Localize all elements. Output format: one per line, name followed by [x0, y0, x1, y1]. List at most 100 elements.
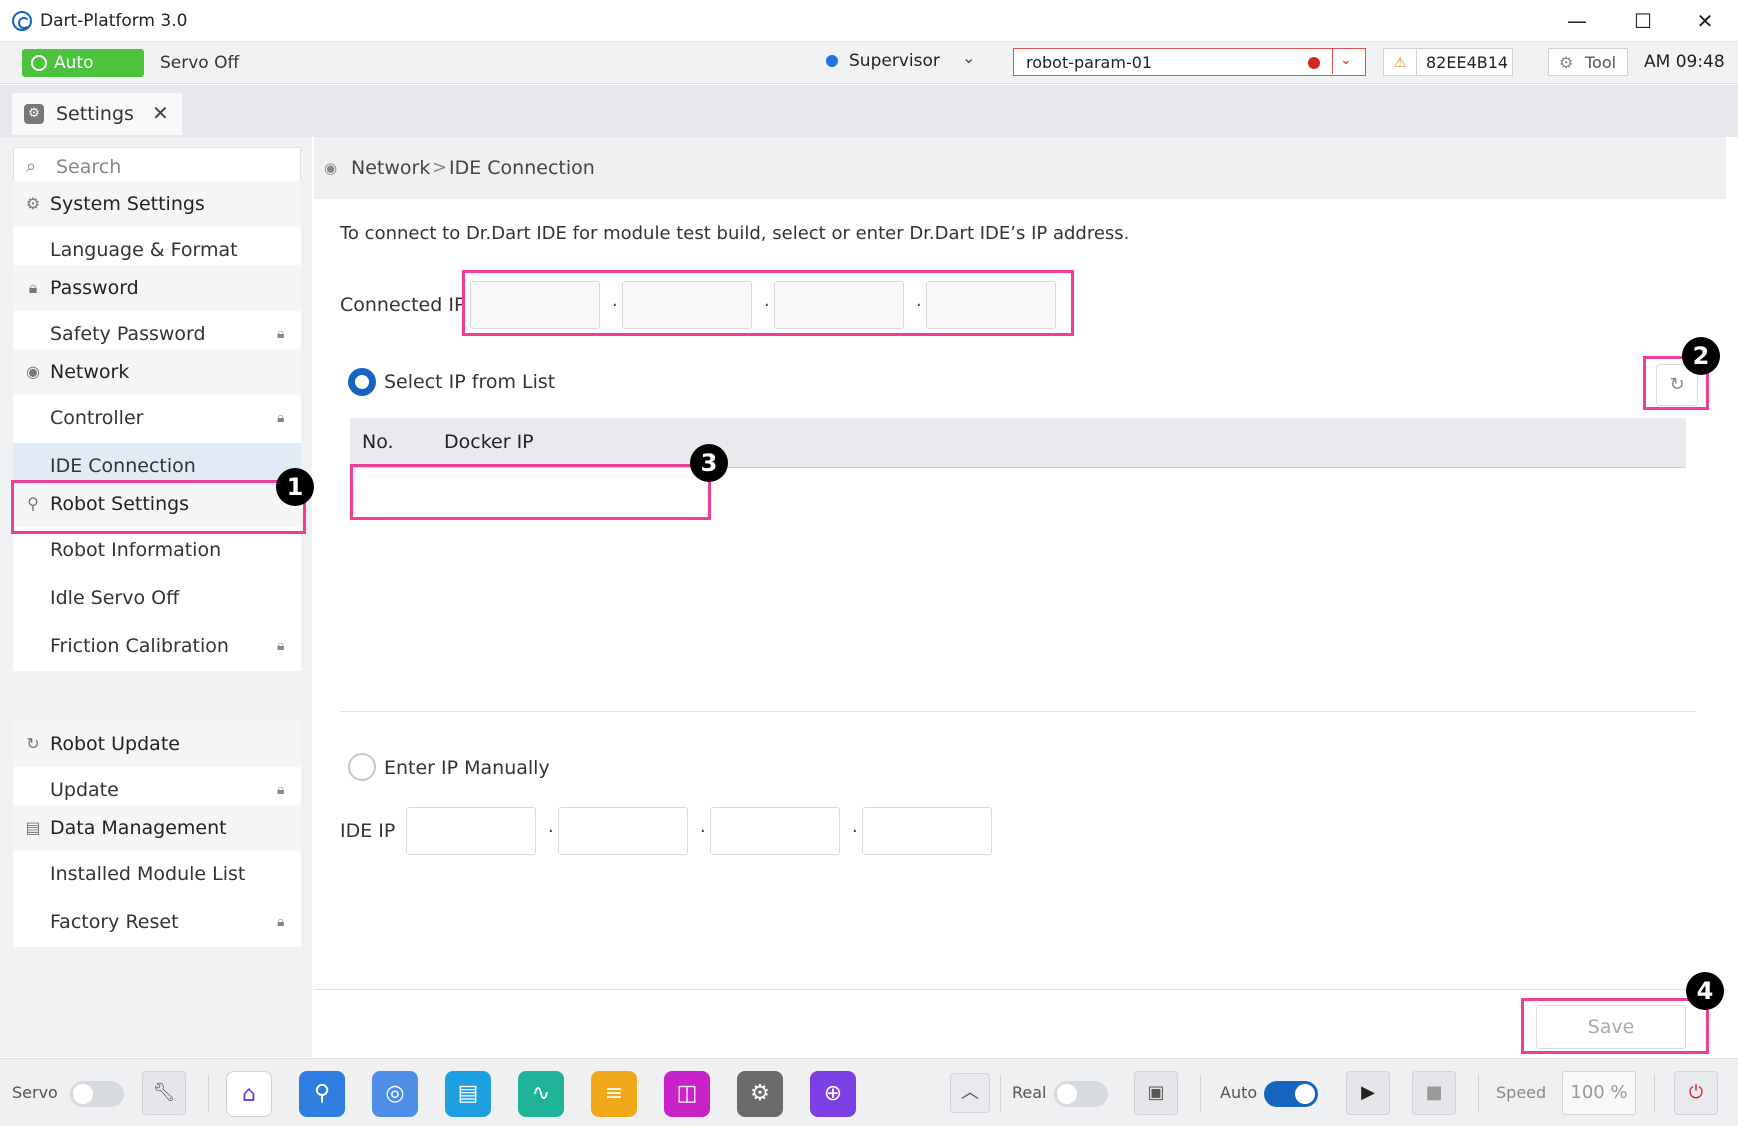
- power-icon[interactable]: ⏻: [1674, 1071, 1718, 1115]
- nav-head-robot-settings[interactable]: ⚲ Robot Settings: [13, 481, 301, 527]
- param-file-name: robot-param-01: [1026, 53, 1153, 72]
- document-icon: ▤: [25, 818, 41, 837]
- speed-label: Speed: [1496, 1083, 1547, 1102]
- manual-ip-radio[interactable]: [348, 753, 376, 781]
- tool-label: Tool: [1585, 53, 1617, 72]
- nav-head-system-settings[interactable]: ⚙ System Settings: [13, 181, 301, 227]
- clock: AM 09:48: [1644, 52, 1725, 72]
- remote-app-icon[interactable]: ◎: [372, 1071, 418, 1117]
- tab-strip: ⚙ Settings ✕: [0, 85, 1738, 137]
- tab-settings[interactable]: ⚙ Settings ✕: [12, 93, 182, 135]
- nav-head-robot-update[interactable]: ↻ Robot Update: [13, 721, 301, 767]
- nav-head-password[interactable]: 🔒︎ Password: [13, 265, 301, 311]
- 3d-view-icon[interactable]: ▣: [1134, 1071, 1178, 1115]
- connected-ip-octet-4[interactable]: [926, 281, 1056, 329]
- nav-head-label: System Settings: [50, 193, 205, 215]
- ide-ip-octet-1[interactable]: [406, 807, 536, 855]
- stop-icon[interactable]: ■: [1412, 1071, 1456, 1115]
- ip-table-header: No. Docker IP: [350, 418, 1686, 468]
- robot-id: 82EE4B14: [1426, 53, 1509, 72]
- bottom-divider: [1478, 1075, 1479, 1113]
- mode-badge: Auto: [22, 49, 144, 77]
- tab-label: Settings: [56, 103, 134, 125]
- nav-item-label: Language & Format: [50, 239, 238, 261]
- ide-ip-octet-4[interactable]: [862, 807, 992, 855]
- chevron-up-icon[interactable]: ︿: [950, 1073, 990, 1113]
- search-icon: ⌕: [26, 156, 37, 177]
- nav-item-label: Friction Calibration: [50, 635, 229, 657]
- ip-separator: ·: [764, 295, 770, 316]
- section-divider: [340, 711, 1696, 712]
- select-ip-label[interactable]: Select IP from List: [384, 371, 555, 393]
- robot-app-icon[interactable]: ⚲: [299, 1071, 345, 1117]
- select-ip-radio[interactable]: [348, 368, 376, 396]
- save-button[interactable]: Save: [1536, 1005, 1686, 1049]
- connected-ip-octet-1[interactable]: [470, 281, 600, 329]
- store-app-icon[interactable]: ◫: [664, 1071, 710, 1117]
- breadcrumb-current: IDE Connection: [449, 157, 595, 179]
- param-selector[interactable]: robot-param-01 ⌄: [1013, 48, 1366, 76]
- robot-id-box[interactable]: ⚠ 82EE4B14: [1383, 48, 1513, 76]
- jog-app-icon[interactable]: ⊕: [810, 1071, 856, 1117]
- home-app-icon[interactable]: ⌂: [226, 1071, 272, 1117]
- ip-separator: ·: [700, 821, 706, 842]
- settings-app-icon[interactable]: ⚙: [737, 1071, 783, 1117]
- servo-toggle[interactable]: [70, 1081, 124, 1107]
- sidebar-item-friction-calibration[interactable]: Friction Calibration 🔒︎: [13, 623, 301, 671]
- real-label: Real: [1012, 1083, 1047, 1102]
- ide-ip-octet-3[interactable]: [710, 807, 840, 855]
- manual-ip-label[interactable]: Enter IP Manually: [384, 757, 550, 779]
- marker-1: 1: [276, 468, 314, 506]
- ide-ip-octet-2[interactable]: [558, 807, 688, 855]
- connected-ip-octet-3[interactable]: [774, 281, 904, 329]
- close-tab-icon[interactable]: ✕: [152, 101, 169, 125]
- bottom-divider: [1000, 1075, 1001, 1113]
- nav-group-robot-settings: ⚲ Robot Settings Robot Information Idle …: [13, 481, 301, 671]
- task-app-icon[interactable]: ▤: [445, 1071, 491, 1117]
- real-toggle[interactable]: [1054, 1081, 1108, 1107]
- robot-id-divider: [1416, 49, 1417, 75]
- user-role[interactable]: Supervisor: [849, 51, 940, 71]
- lock-icon: 🔒︎: [277, 326, 285, 342]
- gear-icon: ⚙: [24, 104, 44, 124]
- nav-item-label: Robot Information: [50, 539, 222, 561]
- sidebar-item-robot-information[interactable]: Robot Information: [13, 527, 301, 575]
- minimize-button[interactable]: —: [1554, 8, 1600, 34]
- network-icon: ◉: [26, 362, 40, 381]
- ip-separator: ·: [852, 821, 858, 842]
- nav-item-label: Installed Module List: [50, 863, 246, 885]
- speed-value[interactable]: 100 %: [1562, 1071, 1636, 1115]
- connected-ip-label: Connected IP: [340, 294, 466, 316]
- close-window-button[interactable]: ✕: [1682, 8, 1728, 34]
- nav-head-data-management[interactable]: ▤ Data Management: [13, 805, 301, 851]
- gear-icon: ⚙: [1559, 53, 1574, 72]
- chevron-down-icon[interactable]: ⌄: [962, 48, 975, 67]
- nav-head-label: Network: [50, 361, 130, 383]
- breadcrumb-parent[interactable]: Network: [351, 157, 430, 179]
- monitor-app-icon[interactable]: ∿: [518, 1071, 564, 1117]
- nav-head-network[interactable]: ◉ Network: [13, 349, 301, 395]
- chevron-down-icon[interactable]: ⌄: [1340, 52, 1352, 68]
- search-input[interactable]: [56, 155, 286, 179]
- sidebar-item-installed-module-list[interactable]: Installed Module List: [13, 851, 301, 899]
- wrench-icon[interactable]: 🔧︎: [142, 1071, 186, 1115]
- maximize-button[interactable]: ☐: [1620, 8, 1666, 34]
- sidebar-item-factory-reset[interactable]: Factory Reset 🔒︎: [13, 899, 301, 947]
- lock-icon: 🔒︎: [277, 638, 285, 654]
- sidebar-item-controller[interactable]: Controller 🔒︎: [13, 395, 301, 443]
- nav-item-label: Idle Servo Off: [50, 587, 180, 609]
- auto-toggle[interactable]: [1264, 1081, 1318, 1107]
- breadcrumb: ◉ Network > IDE Connection: [314, 137, 1726, 199]
- tool-button[interactable]: ⚙ Tool: [1548, 48, 1628, 76]
- play-icon[interactable]: ▶: [1346, 1071, 1390, 1115]
- log-app-icon[interactable]: ≡: [591, 1071, 637, 1117]
- window-title: Dart-Platform 3.0: [40, 11, 188, 31]
- connected-ip-octet-2[interactable]: [622, 281, 752, 329]
- nav-item-label: Safety Password: [50, 323, 206, 345]
- ip-separator: ·: [548, 821, 554, 842]
- footer-divider: [314, 989, 1726, 990]
- nav-head-label: Data Management: [50, 817, 227, 839]
- breadcrumb-separator: >: [432, 157, 448, 178]
- sidebar-item-idle-servo-off[interactable]: Idle Servo Off: [13, 575, 301, 623]
- network-icon: ◉: [324, 159, 338, 177]
